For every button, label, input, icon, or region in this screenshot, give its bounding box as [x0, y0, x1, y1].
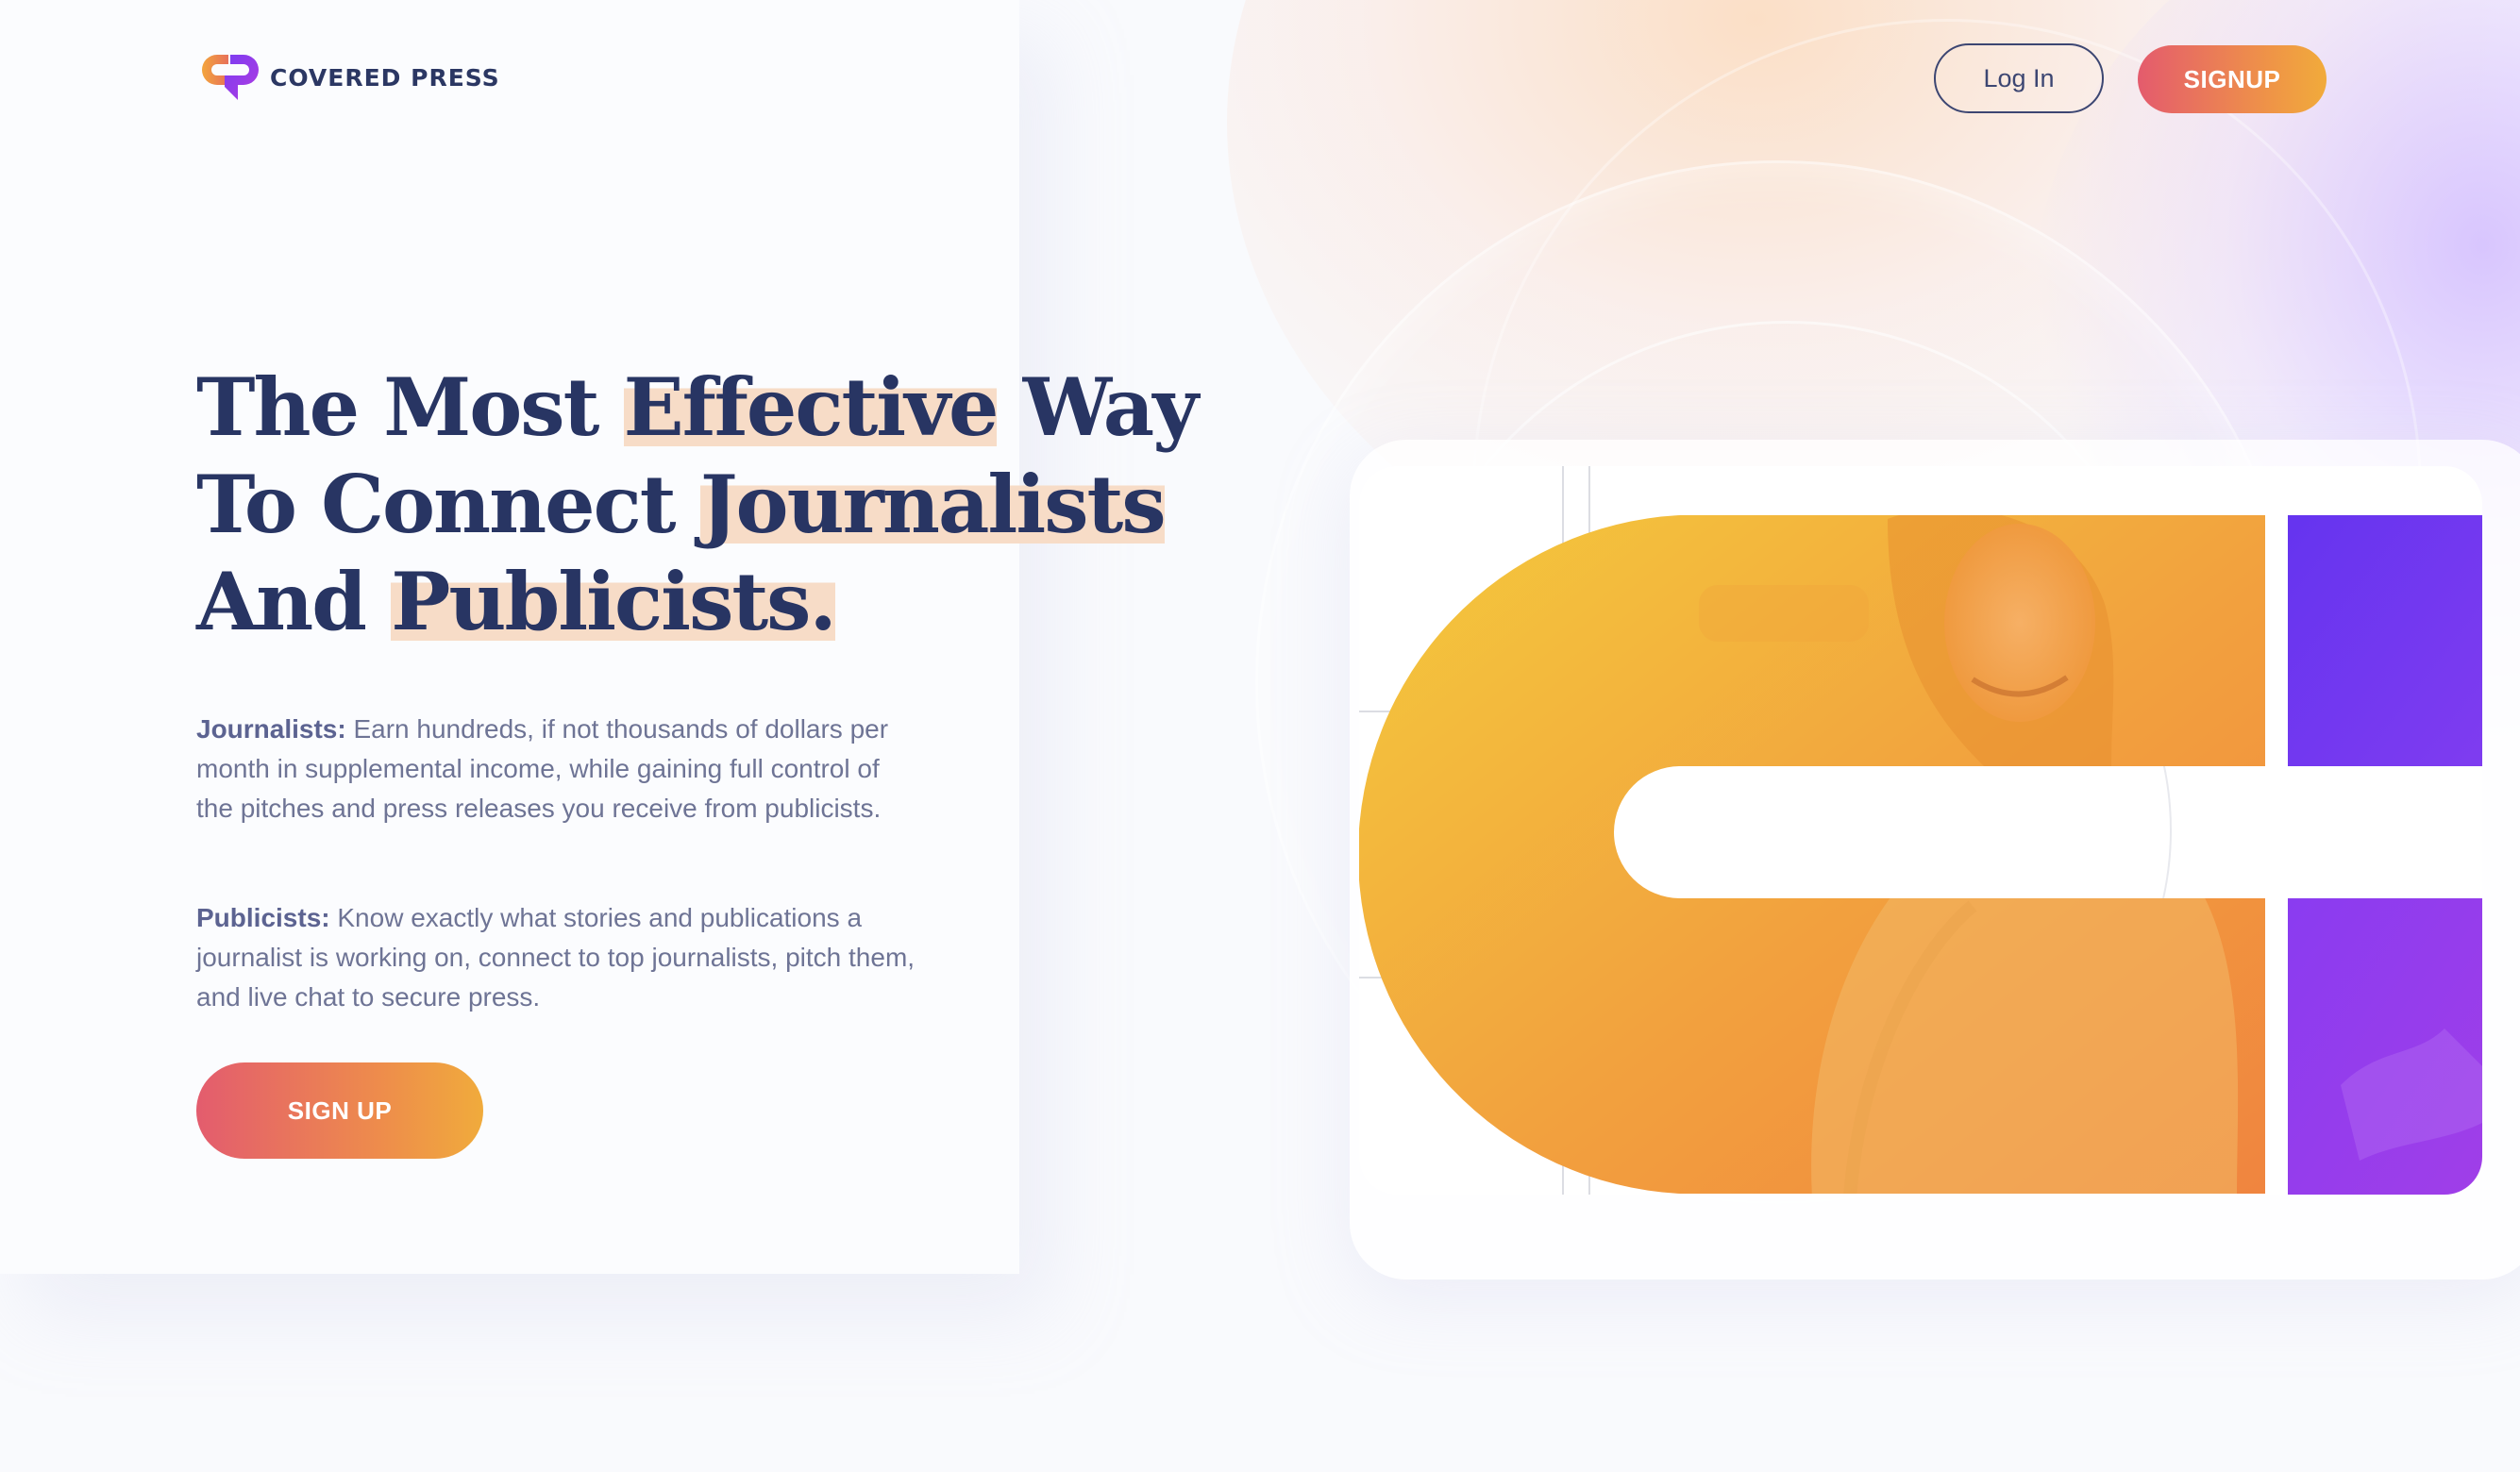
- publicists-label: Publicists:: [196, 903, 330, 932]
- headline-text: And: [196, 555, 392, 648]
- brand-logo[interactable]: COVERED PRESS: [196, 51, 500, 104]
- headline-highlight: Publicists.: [391, 555, 837, 648]
- covered-press-c-photo-illustration: [1359, 466, 2482, 1195]
- landing-page: COVERED PRESS Log In SIGNUP The Most Eff…: [0, 0, 2520, 1472]
- covered-press-logo-icon: [202, 55, 259, 100]
- headline-line: The Most Effective Way: [196, 359, 1199, 456]
- headline-line: To Connect Journalists: [196, 456, 1167, 553]
- headline-line: And Publicists.: [196, 553, 1140, 650]
- journalists-description: Journalists: Earn hundreds, if not thous…: [196, 710, 923, 828]
- headline-highlight: Journalists: [699, 458, 1167, 551]
- hero-signup-button[interactable]: SIGN UP: [196, 1062, 483, 1159]
- headline-highlight: Effective: [623, 360, 999, 454]
- hero-headline: The Most Effective Way To Connect Journa…: [196, 359, 1199, 650]
- brand-name: COVERED PRESS: [270, 63, 500, 92]
- headline-text: To Connect: [196, 458, 700, 551]
- journalists-label: Journalists:: [196, 714, 346, 744]
- login-button[interactable]: Log In: [1934, 43, 2104, 113]
- headline-text: Way: [997, 360, 1199, 454]
- headline-text: The Most: [196, 360, 624, 454]
- publicists-description: Publicists: Know exactly what stories an…: [196, 898, 923, 1017]
- signup-button[interactable]: SIGNUP: [2138, 45, 2327, 113]
